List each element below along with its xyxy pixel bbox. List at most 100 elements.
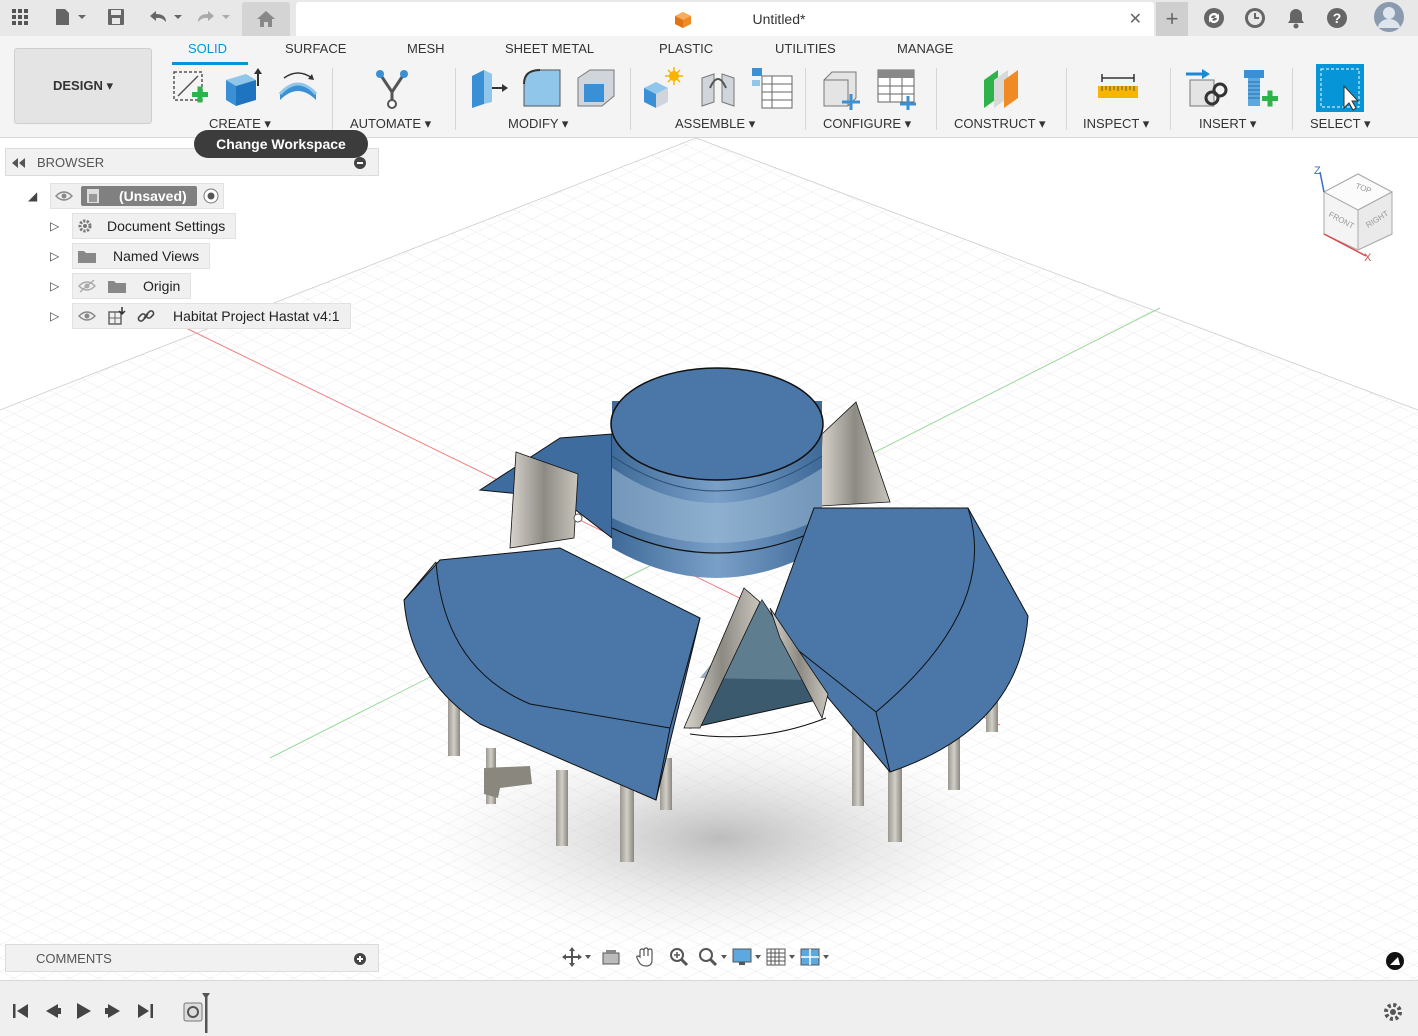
home-tab[interactable] <box>242 2 290 36</box>
tab-mesh[interactable]: MESH <box>407 41 445 56</box>
collapse-panel-icon[interactable] <box>12 158 26 168</box>
revolve-icon[interactable] <box>276 66 320 110</box>
joint-icon[interactable] <box>696 66 740 110</box>
insert-mcmaster-icon[interactable] <box>1238 66 1282 110</box>
step-forward-icon[interactable] <box>102 1001 124 1021</box>
help-icon[interactable]: ? <box>1324 5 1350 31</box>
new-tab-button[interactable]: + <box>1156 2 1188 36</box>
browser-root-node[interactable]: (Unsaved) <box>50 183 224 209</box>
tab-sheet-metal[interactable]: SHEET METAL <box>505 41 594 56</box>
grid-settings-icon[interactable] <box>764 943 798 971</box>
expand-named-views-icon[interactable]: ▷ <box>50 249 59 263</box>
activate-radio-icon[interactable] <box>203 188 219 204</box>
document-settings-label: Document Settings <box>107 218 226 234</box>
select-group-label[interactable]: SELECT ▾ <box>1310 116 1370 132</box>
notifications-icon[interactable] <box>1283 5 1309 31</box>
timeline-feature-derive-icon[interactable] <box>180 991 212 1033</box>
play-icon[interactable] <box>72 1001 94 1021</box>
automate-group-label[interactable]: AUTOMATE ▾ <box>350 116 431 132</box>
close-tab-button[interactable]: ✕ <box>1129 9 1142 29</box>
svg-text:?: ? <box>1333 10 1342 26</box>
root-collapse-icon[interactable]: ◢ <box>28 189 37 203</box>
ribbon-toolbar: DESIGN ▾ SOLID SURFACE MESH SHEET METAL … <box>0 36 1418 138</box>
tab-manage[interactable]: MANAGE <box>897 41 953 56</box>
document-tab[interactable]: Untitled* ✕ <box>296 2 1154 36</box>
undo-icon[interactable] <box>146 6 186 28</box>
x-axis-label: X <box>1364 252 1372 264</box>
orbit-icon[interactable] <box>560 943 594 971</box>
offset-plane-icon[interactable] <box>980 66 1024 110</box>
navigation-bar <box>560 942 860 972</box>
hidden-eye-icon[interactable] <box>77 279 97 293</box>
habitat-project-label: Habitat Project Hastat v4:1 <box>173 308 340 324</box>
tab-surface[interactable]: SURFACE <box>285 41 346 56</box>
browser-minimize-icon[interactable] <box>354 157 366 169</box>
tab-plastic[interactable]: PLASTIC <box>659 41 713 56</box>
user-avatar[interactable] <box>1373 1 1405 33</box>
look-at-icon[interactable] <box>594 943 628 971</box>
fillet-icon[interactable] <box>520 66 564 110</box>
comments-title: COMMENTS <box>36 951 112 966</box>
document-icon <box>87 189 99 203</box>
go-to-end-icon[interactable] <box>134 1001 156 1021</box>
configure-group-label[interactable]: CONFIGURE ▾ <box>823 116 911 132</box>
folder-icon <box>78 251 96 263</box>
autodesk-badge-icon <box>1386 952 1404 970</box>
automate-icon[interactable] <box>370 66 414 110</box>
inspect-group-label[interactable]: INSPECT ▾ <box>1083 116 1149 132</box>
active-tab-indicator <box>172 62 248 65</box>
separator <box>455 68 456 130</box>
root-label: (Unsaved) <box>119 188 187 204</box>
expand-habitat-icon[interactable]: ▷ <box>50 309 59 323</box>
file-menu-icon[interactable] <box>50 6 90 28</box>
display-settings-icon[interactable] <box>730 943 764 971</box>
browser-item-habitat-project[interactable]: Habitat Project Hastat v4:1 <box>72 303 351 329</box>
viewports-icon[interactable] <box>798 943 832 971</box>
bill-of-materials-icon[interactable] <box>750 66 794 110</box>
visibility-eye-icon[interactable] <box>77 309 97 323</box>
modify-group-label[interactable]: MODIFY ▾ <box>508 116 568 132</box>
workspace-switcher-button[interactable]: DESIGN ▾ <box>14 48 152 124</box>
sync-status-icon[interactable] <box>1201 5 1227 31</box>
extrude-icon[interactable] <box>220 66 264 110</box>
go-to-start-icon[interactable] <box>10 1001 32 1021</box>
press-pull-icon[interactable] <box>466 66 510 110</box>
browser-item-named-views[interactable]: Named Views <box>72 243 211 269</box>
shell-icon[interactable] <box>574 66 618 110</box>
new-component-icon[interactable] <box>640 66 684 110</box>
comments-panel-header[interactable]: COMMENTS <box>5 944 379 972</box>
tab-solid[interactable]: SOLID <box>188 41 227 56</box>
folder-icon <box>108 281 126 293</box>
save-icon[interactable] <box>104 6 128 28</box>
add-comment-icon[interactable] <box>354 953 366 965</box>
insert-derive-icon[interactable] <box>1184 66 1228 110</box>
measure-icon[interactable] <box>1096 66 1140 110</box>
browser-item-document-settings[interactable]: Document Settings <box>72 213 237 239</box>
insert-group-label[interactable]: INSERT ▾ <box>1199 116 1256 132</box>
visibility-eye-icon[interactable] <box>55 190 73 202</box>
step-back-icon[interactable] <box>42 1001 64 1021</box>
assemble-group-label[interactable]: ASSEMBLE ▾ <box>675 116 755 132</box>
separator <box>805 68 806 130</box>
separator <box>332 68 333 130</box>
redo-icon[interactable] <box>194 6 234 28</box>
view-cube[interactable]: TOP FRONT RIGHT Z X <box>1310 164 1406 264</box>
configure-icon[interactable] <box>820 66 864 110</box>
zoom-icon[interactable] <box>662 943 696 971</box>
pan-hand-icon[interactable] <box>628 943 662 971</box>
create-sketch-icon[interactable] <box>168 66 212 110</box>
grid-menu-icon[interactable] <box>8 6 32 28</box>
timeline-settings-gear-icon[interactable] <box>1382 1001 1404 1023</box>
configuration-table-icon[interactable] <box>874 66 918 110</box>
browser-item-origin[interactable]: Origin <box>72 273 192 299</box>
origin-label: Origin <box>143 278 181 294</box>
expand-origin-icon[interactable]: ▷ <box>50 279 59 293</box>
home-icon <box>257 11 275 27</box>
job-status-icon[interactable] <box>1242 5 1268 31</box>
3d-viewport[interactable]: TOP FRONT RIGHT Z X <box>0 138 1418 980</box>
select-icon[interactable] <box>1316 64 1364 112</box>
tab-utilities[interactable]: UTILITIES <box>775 41 836 56</box>
construct-group-label[interactable]: CONSTRUCT ▾ <box>954 116 1046 132</box>
zoom-window-icon[interactable] <box>696 943 730 971</box>
expand-document-settings-icon[interactable]: ▷ <box>50 219 59 233</box>
